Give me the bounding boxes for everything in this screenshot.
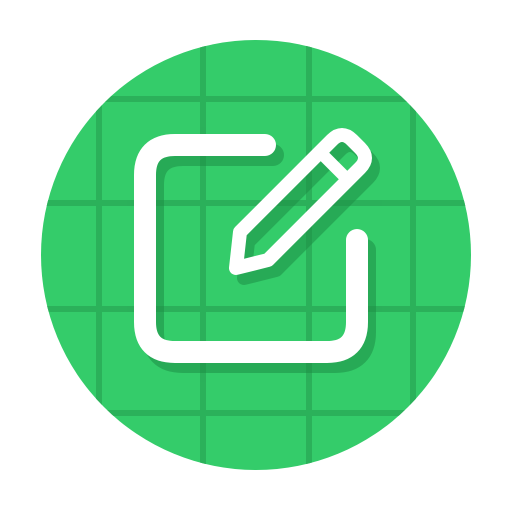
app-icon [0, 0, 512, 512]
app-icon-svg [41, 40, 471, 470]
icon-background-circle [41, 40, 471, 470]
